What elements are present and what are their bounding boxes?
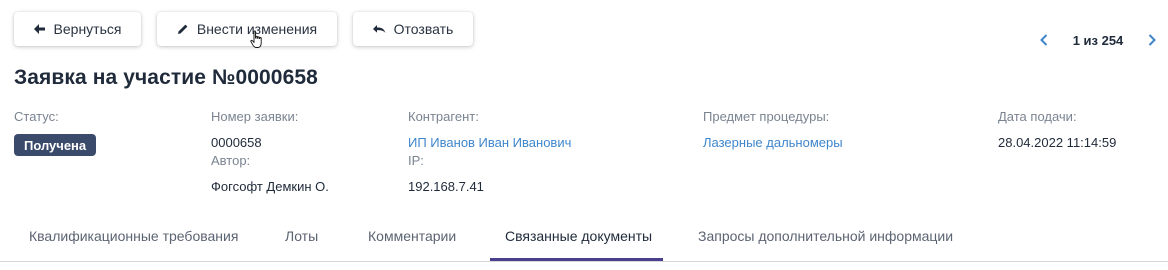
status-label: Статус: [14,109,59,124]
revoke-button-label: Отозвать [393,21,454,37]
tab-lots[interactable]: Лоты [285,210,318,262]
tab-comments[interactable]: Комментарии [368,210,456,262]
ip-label: IP: [408,153,424,168]
subject-link[interactable]: Лазерные дальномеры [703,135,843,150]
active-tab-indicator [490,258,663,261]
back-button-label: Вернуться [53,21,122,37]
status-badge: Получена [14,134,97,156]
date-label: Дата подачи: [998,109,1077,124]
tabs-divider [0,261,1168,262]
number-label: Номер заявки: [211,109,299,124]
arrow-left-icon [33,24,46,34]
author-value: Фогсофт Демкин О. [211,179,329,194]
pager: 1 из 254 [1040,31,1156,49]
undo-icon [372,24,386,34]
date-value: 28.04.2022 11:14:59 [998,135,1117,150]
counterparty-link[interactable]: ИП Иванов Иван Иванович [408,135,571,150]
tab-additional-info-requests[interactable]: Запросы дополнительной информации [698,210,953,262]
author-label: Автор: [211,153,251,168]
counterparty-label: Контрагент: [408,109,479,124]
pager-text: 1 из 254 [1072,32,1124,48]
back-button[interactable]: Вернуться [14,12,141,46]
hand-pointer-cursor [250,30,264,55]
pencil-icon [177,23,189,35]
tabs-bar: Квалификационные требования Лоты Коммент… [0,210,1168,262]
ip-value: 192.168.7.41 [408,179,484,194]
tab-qualification-requirements[interactable]: Квалификационные требования [29,210,238,262]
edit-button[interactable]: Внести изменения [157,12,337,46]
revoke-button[interactable]: Отозвать [353,12,473,46]
subject-label: Предмет процедуры: [703,109,830,124]
page-title: Заявка на участие №0000658 [14,66,318,89]
number-value: 0000658 [211,135,262,150]
chevron-left-icon[interactable] [1040,34,1048,46]
chevron-right-icon[interactable] [1148,34,1156,46]
tab-related-documents[interactable]: Связанные документы [505,210,652,262]
